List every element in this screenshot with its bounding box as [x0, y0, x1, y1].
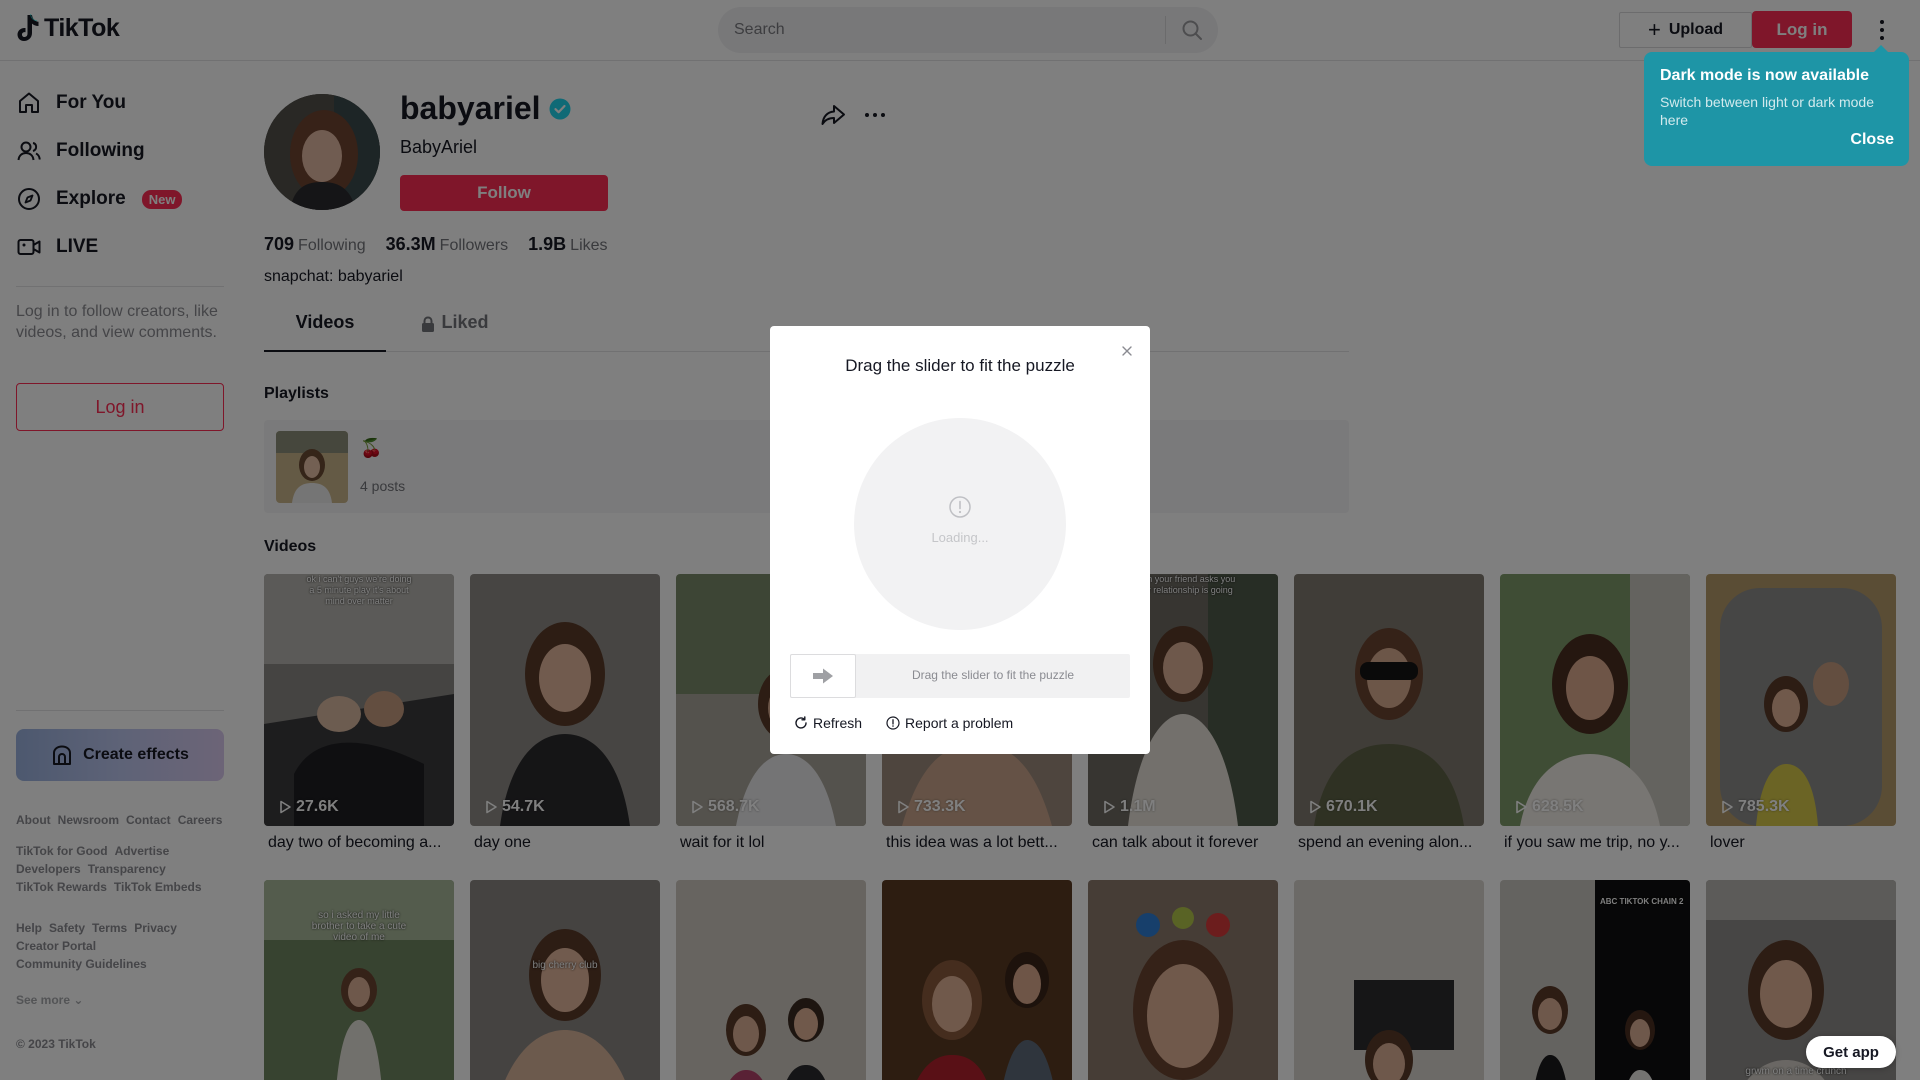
get-app-button[interactable]: Get app [1806, 1036, 1896, 1068]
slider-track: Drag the slider to fit the puzzle [790, 654, 1130, 698]
toast-body: Switch between light or dark mode here [1660, 94, 1874, 128]
toast-title: Dark mode is now available [1660, 67, 1869, 84]
toast-close-button[interactable]: Close [1850, 131, 1894, 149]
dark-mode-toast: Dark mode is now available Switch betwee… [1644, 45, 1909, 166]
close-icon[interactable] [1120, 344, 1134, 358]
info-icon [886, 716, 900, 730]
captcha-modal: Drag the slider to fit the puzzle Loadin… [770, 326, 1150, 754]
refresh-button[interactable]: Refresh [794, 715, 862, 731]
refresh-icon [795, 716, 807, 729]
puzzle-image: Loading... [854, 418, 1066, 630]
report-label: Report a problem [905, 715, 1014, 731]
refresh-label: Refresh [813, 715, 863, 731]
arrow-right-icon [813, 668, 833, 684]
puzzle-loading-text: Loading... [931, 530, 989, 545]
alert-icon [949, 496, 971, 518]
report-problem-button[interactable]: Report a problem [886, 715, 1013, 731]
captcha-title: Drag the slider to fit the puzzle [845, 356, 1075, 375]
slider-hint: Drag the slider to fit the puzzle [911, 668, 1075, 682]
slider-handle[interactable] [790, 654, 856, 698]
captcha-actions: Refresh Report a problem [794, 715, 1013, 731]
